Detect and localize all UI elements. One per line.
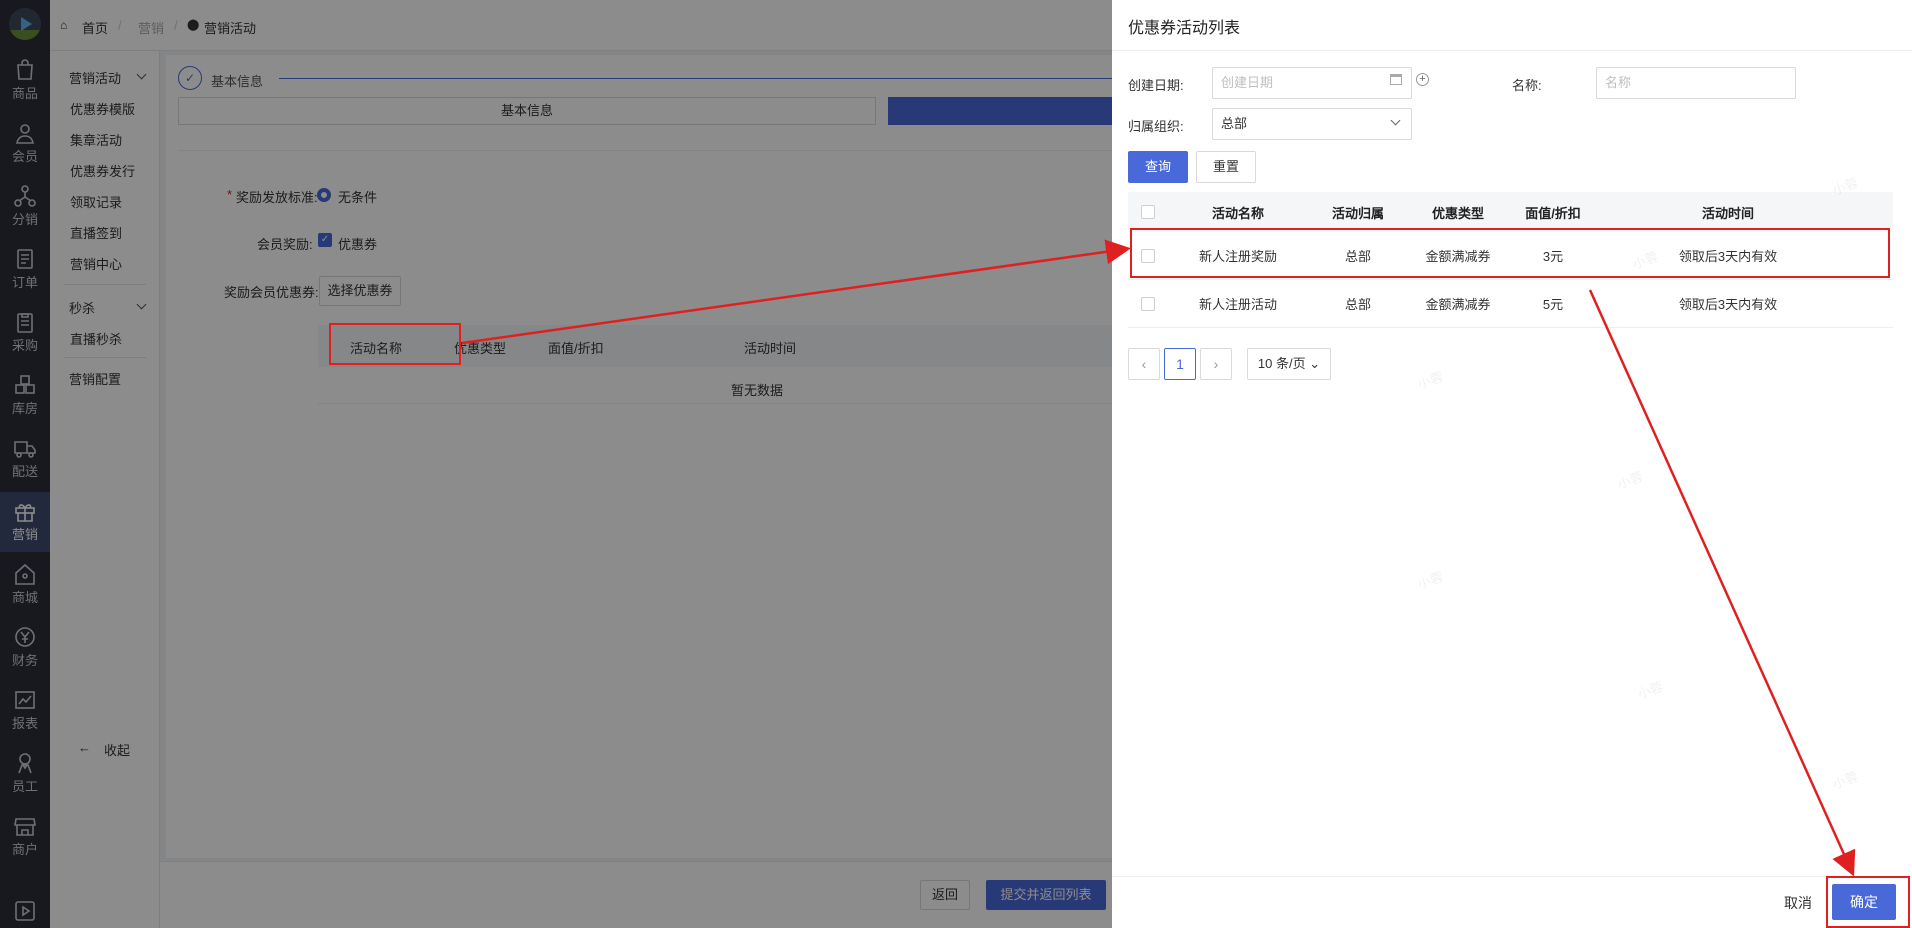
divider: [1112, 876, 1912, 877]
pager-next-button[interactable]: ›: [1200, 348, 1232, 380]
drawer-title: 优惠券活动列表: [1128, 20, 1241, 37]
calendar-icon[interactable]: [1390, 74, 1402, 85]
row-checkbox[interactable]: [1141, 297, 1155, 311]
pager-prev-button[interactable]: ‹: [1128, 348, 1160, 380]
column-header: 优惠类型: [1431, 205, 1484, 221]
page-size-label: 10 条/页: [1257, 356, 1306, 371]
create-date-label: 创建日期:: [1128, 78, 1184, 93]
column-header: 活动名称: [1211, 205, 1264, 221]
column-header: 活动归属: [1331, 205, 1384, 221]
highlight-first-row: [1130, 228, 1890, 278]
query-button[interactable]: 查询: [1128, 151, 1188, 183]
org-select[interactable]: 总部: [1212, 108, 1412, 140]
coupon-value: 5元: [1542, 297, 1564, 312]
cancel-button[interactable]: 取消: [1784, 893, 1812, 913]
pager-page-current[interactable]: 1: [1164, 348, 1196, 380]
coupon-drawer: 优惠券活动列表 创建日期: 创建日期 + 名称: 名称 归属组织: 总部 查询 …: [1112, 0, 1912, 928]
create-date-input[interactable]: 创建日期: [1212, 67, 1412, 99]
name-input[interactable]: 名称: [1596, 67, 1796, 99]
activity-time: 领取后3天内有效: [1678, 297, 1778, 312]
reset-button[interactable]: 重置: [1196, 151, 1256, 183]
select-all-checkbox[interactable]: [1141, 205, 1155, 219]
watermark: 小蓉: [1615, 468, 1646, 492]
divider: [1112, 50, 1912, 51]
page-size-select[interactable]: 10 条/页 ⌄: [1247, 348, 1331, 380]
activity-owner: 总部: [1344, 297, 1371, 312]
coupon-type: 金额满减券: [1425, 297, 1491, 312]
highlight-confirm: [1826, 876, 1910, 928]
column-header: 活动时间: [1701, 205, 1754, 221]
highlight-select-coupon: [329, 323, 461, 365]
modal-overlay[interactable]: [0, 0, 1112, 928]
activity-name: 新人注册活动: [1198, 297, 1277, 312]
watermark: 小蓉: [1830, 768, 1861, 792]
watermark: 小蓉: [1635, 678, 1666, 702]
name-label: 名称:: [1512, 78, 1542, 93]
column-header: 面值/折扣: [1525, 205, 1581, 221]
org-label: 归属组织:: [1128, 119, 1184, 134]
table-header: 活动名称 活动归属 优惠类型 面值/折扣 活动时间: [1128, 192, 1893, 232]
watermark: 小蓉: [1415, 568, 1446, 592]
plus-circle-icon[interactable]: +: [1416, 73, 1429, 86]
table-row[interactable]: 新人注册活动 总部 金额满减券 5元 领取后3天内有效: [1128, 280, 1893, 328]
watermark: 小蓉: [1415, 368, 1446, 392]
